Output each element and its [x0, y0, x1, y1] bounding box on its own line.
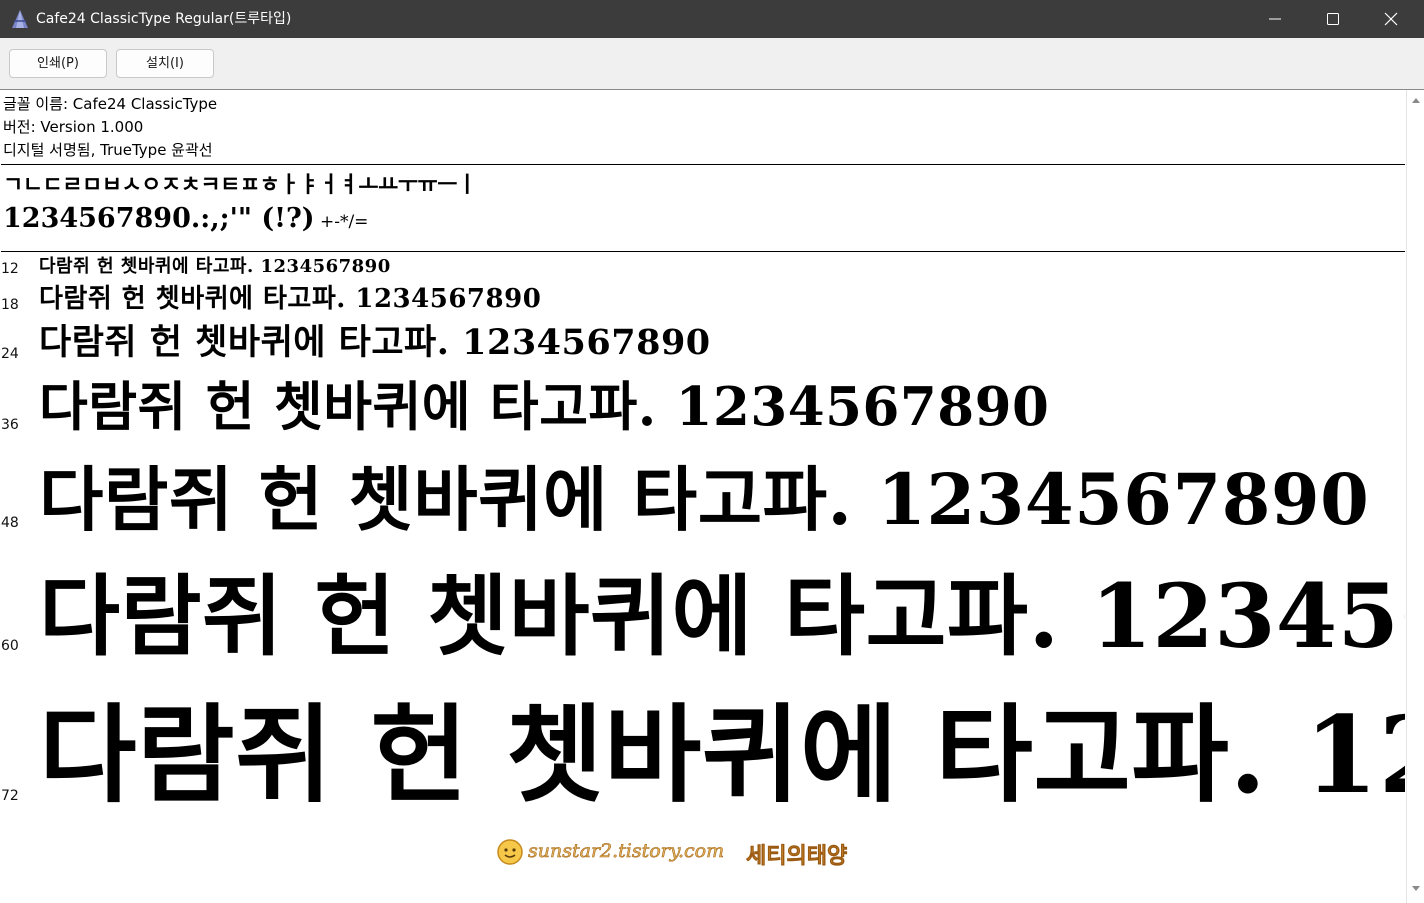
scroll-up-arrow-icon[interactable] [1411, 96, 1421, 104]
print-button[interactable]: 인쇄(P) [9, 49, 107, 78]
toolbar: 인쇄(P) 설치(I) [0, 38, 1424, 90]
divider [1, 164, 1405, 165]
sample-text: 다람쥐 헌 쳇바퀴에 타고파. 1234567890 [39, 458, 1370, 541]
vertical-scrollbar[interactable] [1406, 90, 1424, 903]
maximize-button[interactable] [1310, 0, 1356, 38]
symbol-charset-main: 1234567890.:,;'" (!?) [3, 203, 315, 234]
title-bar: Cafe24 ClassicType Regular(트루타입) [0, 0, 1424, 38]
size-label: 48 [1, 515, 19, 531]
symbol-charset-small: +-*/= [314, 212, 369, 232]
divider [1, 251, 1405, 252]
sample-text: 다람쥐 헌 쳇바퀴에 타고파. 1234567890 [39, 256, 391, 277]
version-line: 버전: Version 1.000 [3, 118, 144, 136]
window-title: Cafe24 ClassicType Regular(트루타입) [36, 11, 292, 27]
size-label: 12 [1, 261, 19, 277]
font-name-line: 글꼴 이름: Cafe24 ClassicType [3, 95, 218, 113]
size-label: 18 [1, 297, 19, 313]
sample-text: 다람쥐 헌 쳇바퀴에 타고파. 1234567890 [39, 284, 542, 314]
minimize-button[interactable] [1252, 0, 1298, 38]
size-label: 60 [1, 638, 19, 654]
size-label: 72 [1, 788, 19, 804]
install-button[interactable]: 설치(I) [116, 49, 214, 78]
size-label: 36 [1, 417, 19, 433]
close-icon [1384, 12, 1398, 26]
watermark-name: 세티의태양 [746, 844, 848, 870]
font-preview-area: 글꼴 이름: Cafe24 ClassicType 버전: Version 1.… [1, 90, 1405, 903]
font-app-icon [12, 10, 28, 28]
jamo-charset: ㄱㄴㄷㄹㅁㅂㅅㅇㅈㅊㅋㅌㅍㅎㅏㅑㅓㅕㅗㅛㅜㅠㅡㅣ [3, 172, 477, 198]
size-label: 24 [1, 346, 19, 362]
symbol-charset: 1234567890.:,;'" (!?) +-*/= [3, 202, 368, 239]
minimize-icon [1269, 18, 1281, 20]
sample-text: 다람쥐 헌 쳇바퀴에 타고파. 1234567890 [39, 322, 711, 363]
maximize-icon [1327, 13, 1339, 25]
sample-text: 다람쥐 헌 쳇바퀴에 타고파. 1234567890 [39, 376, 1050, 438]
watermark-url: sunstar2.tistory.com [528, 840, 725, 863]
smiley-icon [497, 839, 523, 865]
close-button[interactable] [1368, 0, 1414, 38]
sample-text: 다람쥐 헌 쳇바퀴에 타고파. 1234567890 [39, 692, 1405, 817]
sample-text: 다람쥐 헌 쳇바퀴에 타고파. 1234567890 [39, 564, 1405, 668]
scroll-down-arrow-icon[interactable] [1411, 885, 1421, 893]
signature-line: 디지털 서명됨, TrueType 윤곽선 [3, 141, 213, 159]
